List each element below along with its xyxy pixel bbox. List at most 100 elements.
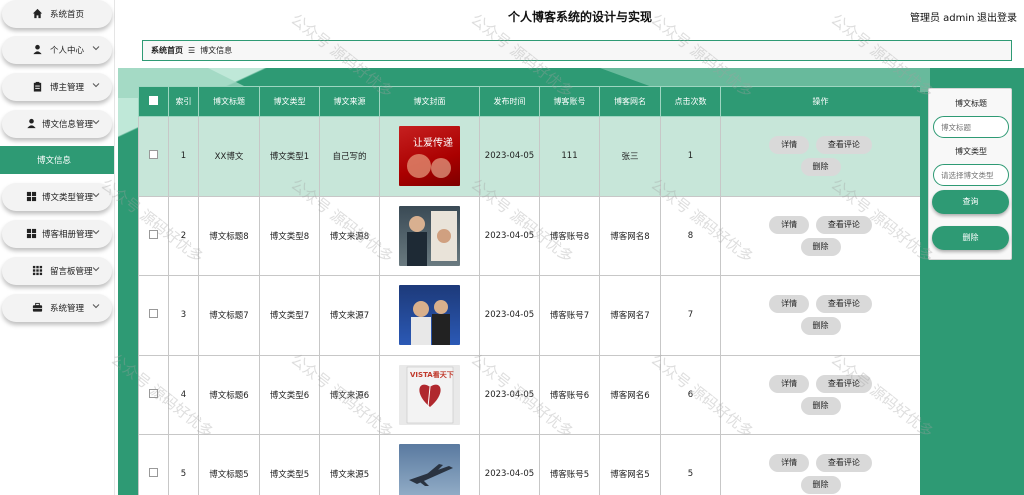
- sidebar-item-label: 留言板管理: [50, 267, 93, 277]
- clipboard-icon: [33, 81, 42, 92]
- view-comments-button[interactable]: 查看评论: [815, 136, 872, 155]
- row-checkbox[interactable]: [149, 388, 158, 398]
- logout-link[interactable]: 退出登录: [977, 9, 1017, 24]
- cell-nickname: 博客网名5: [599, 434, 661, 495]
- row-checkbox-cell: [138, 434, 169, 495]
- sidebar-item-label: 博文类型管理: [42, 193, 94, 203]
- user-icon: [27, 118, 36, 129]
- detail-button[interactable]: 详情: [769, 295, 810, 314]
- cell-cover: 让爱传递: [379, 116, 480, 197]
- cell-index: 3: [168, 275, 199, 356]
- cell-actions: 详情 查看评论 删除: [720, 354, 920, 435]
- column-header: 操作: [720, 86, 920, 117]
- cover-image[interactable]: [399, 285, 460, 346]
- row-checkbox[interactable]: [149, 229, 158, 239]
- sidebar-item-album-management[interactable]: 博客相册管理: [2, 220, 112, 248]
- cover-image[interactable]: [399, 205, 460, 266]
- blog-table: 索引 博文标题 博文类型 博文来源 博文封面 发布时间 博客账号 博客网名 点击…: [138, 86, 920, 495]
- table-row[interactable]: 1 XX博文 博文类型1 自己写的 让爱传递 2023-04-05 111 张三: [138, 116, 920, 197]
- chevron-down-icon: [92, 120, 100, 125]
- cover-caption: 让爱传递: [413, 136, 453, 149]
- chevron-down-icon: [92, 304, 100, 309]
- cell-clicks: 5: [660, 434, 721, 495]
- cell-account: 111: [539, 116, 600, 197]
- cell-type: 博文类型5: [259, 434, 320, 495]
- cover-image[interactable]: [399, 444, 460, 495]
- cell-cover: [379, 434, 480, 495]
- cell-nickname: 张三: [599, 116, 661, 197]
- cell-time: 2023-04-05: [479, 354, 540, 435]
- delete-button[interactable]: 删除: [800, 476, 841, 495]
- detail-button[interactable]: 详情: [769, 454, 810, 473]
- cell-time: 2023-04-05: [479, 116, 540, 197]
- grid-icon: [26, 191, 37, 202]
- grid-icon: [26, 228, 37, 239]
- breadcrumb-home[interactable]: 系统首页: [151, 45, 183, 56]
- cell-account: 博客账号5: [539, 434, 600, 495]
- sidebar-item-personal-center[interactable]: 个人中心: [2, 36, 112, 64]
- sidebar-item-blog-type-management[interactable]: 博文类型管理: [2, 183, 112, 211]
- sidebar-item-message-board[interactable]: 留言板管理: [2, 257, 112, 285]
- table-row[interactable]: 5 博文标题5 博文类型5 博文来源5 2023-04-05 博客账号5 博客网…: [138, 434, 920, 495]
- admin-user-label: 管理员 admin: [910, 13, 975, 24]
- cover-image[interactable]: 让爱传递: [399, 126, 460, 187]
- breadcrumb: 系统首页 ☰ 博文信息: [142, 40, 1012, 61]
- cell-source: 自己写的: [319, 116, 380, 197]
- table-row[interactable]: 3 博文标题7 博文类型7 博文来源7 2023-04-05 博客账号7 博客网…: [138, 275, 920, 356]
- column-header: 索引: [168, 86, 199, 117]
- search-type-label: 博文类型: [955, 147, 987, 156]
- sidebar-item-system-management[interactable]: 系统管理: [2, 294, 112, 322]
- cover-image[interactable]: VISTA看天下: [399, 364, 460, 425]
- sidebar-item-label: 系统管理: [50, 304, 85, 314]
- cell-account: 博客账号7: [539, 275, 600, 356]
- row-checkbox-cell: [138, 195, 169, 276]
- cell-clicks: 1: [660, 116, 721, 197]
- cell-title: 博文标题6: [198, 354, 260, 435]
- cell-index: 4: [168, 354, 199, 435]
- search-type-select[interactable]: [933, 164, 1009, 186]
- cell-nickname: 博客网名8: [599, 195, 661, 276]
- cover-art-graphic: [411, 300, 450, 346]
- sidebar-item-label: 博主管理: [50, 83, 85, 93]
- cell-title: XX博文: [198, 116, 260, 197]
- column-header: 博文来源: [319, 86, 380, 117]
- table-row[interactable]: 2 博文标题8 博文类型8 博文来源8 2023-04-05 博客账号8 博客网…: [138, 195, 920, 276]
- row-checkbox-cell: [138, 116, 169, 197]
- search-button[interactable]: 查询: [932, 190, 1009, 214]
- cell-cover: [379, 195, 480, 276]
- view-comments-button[interactable]: 查看评论: [815, 215, 872, 234]
- batch-delete-button[interactable]: 删除: [932, 226, 1009, 250]
- cell-type: 博文类型8: [259, 195, 320, 276]
- search-title-input[interactable]: [933, 116, 1009, 138]
- cell-actions: 详情 查看评论 删除: [720, 275, 920, 356]
- row-checkbox[interactable]: [149, 150, 158, 160]
- detail-button[interactable]: 详情: [769, 136, 810, 155]
- cell-clicks: 7: [660, 275, 721, 356]
- cell-account: 博客账号6: [539, 354, 600, 435]
- delete-button[interactable]: 删除: [800, 237, 841, 256]
- view-comments-button[interactable]: 查看评论: [815, 374, 872, 393]
- view-comments-button[interactable]: 查看评论: [815, 454, 872, 473]
- grid-dots-icon: [32, 265, 43, 276]
- detail-button[interactable]: 详情: [769, 215, 810, 234]
- cover-caption: VISTA看天下: [410, 370, 454, 379]
- cell-index: 5: [168, 434, 199, 495]
- delete-button[interactable]: 删除: [800, 317, 841, 336]
- select-all-checkbox[interactable]: [149, 96, 158, 105]
- sidebar-subitem-blog-info[interactable]: 博文信息: [0, 146, 114, 174]
- sidebar-item-blog-info-management[interactable]: 博文信息管理: [2, 110, 112, 138]
- view-comments-button[interactable]: 查看评论: [815, 295, 872, 314]
- delete-button[interactable]: 删除: [800, 396, 841, 415]
- row-checkbox[interactable]: [149, 309, 158, 319]
- sidebar-item-home[interactable]: 系统首页: [2, 0, 112, 28]
- column-header: 发布时间: [479, 86, 540, 117]
- sidebar-item-blogger-management[interactable]: 博主管理: [2, 73, 112, 101]
- delete-button[interactable]: 删除: [800, 158, 841, 177]
- detail-button[interactable]: 详情: [769, 374, 810, 393]
- cell-source: 博文来源8: [319, 195, 380, 276]
- select-all-column[interactable]: [138, 86, 169, 117]
- cover-art-graphic: 让爱传递: [407, 136, 453, 179]
- row-checkbox[interactable]: [149, 468, 158, 478]
- cell-time: 2023-04-05: [479, 195, 540, 276]
- table-row[interactable]: 4 博文标题6 博文类型6 博文来源6 VISTA看天下 2023-04-05: [138, 354, 920, 435]
